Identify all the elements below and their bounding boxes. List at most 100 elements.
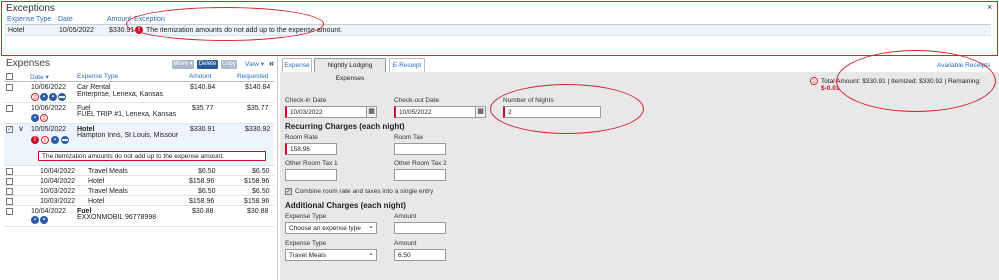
receipt-icon: ≡ [810,77,818,85]
row-date: 10/03/2022 [40,198,76,205]
exceptions-col-exception[interactable]: Exception [134,16,165,23]
row-date: 10/06/2022 [31,84,67,91]
expense-type-2-label: Expense Type [285,240,327,247]
exceptions-close-icon[interactable]: × [987,2,992,12]
checkin-input[interactable]: 10/03/2022 [285,106,370,118]
row-type: Hotel [88,198,105,205]
row-amount: $6.50 [198,168,216,175]
other-tax2-input[interactable] [394,169,446,181]
expense-type-2-select[interactable]: Travel Meals [285,249,377,261]
move-button[interactable]: Move ▾ [172,60,194,69]
row-amount: $6.50 [198,188,216,195]
row-amount: $30.88 [192,208,214,215]
collapse-panel-icon[interactable]: « [269,58,274,68]
row-date: 10/04/2022 [31,208,67,215]
attendee-icon: • [49,93,57,101]
itemized-icon: ▬ [61,136,69,144]
row-checkbox-checked[interactable]: ✓ [6,126,13,133]
row-type: Car Rental [77,84,111,91]
chevron-down-icon: ⌄ [368,250,374,257]
receipt-icon: ≡ [31,93,39,101]
card-icon: ▪ [31,216,39,224]
row-date: 10/06/2022 [31,105,67,112]
chevron-down-icon: ⌄ [368,223,374,230]
delete-button[interactable]: Delete [197,60,218,69]
other-tax1-input[interactable] [285,169,337,181]
row-requested: $158.96 [244,178,270,185]
row-checkbox[interactable] [6,168,13,175]
combine-label: Combine room rate and taxes into a singl… [295,188,434,195]
row-date: 10/03/2022 [40,188,76,195]
row-requested: $158.96 [244,198,270,205]
col-amount[interactable]: Amount [189,73,211,80]
exceptions-col-type[interactable]: Expense Type [7,16,51,23]
exceptions-title: Exceptions [6,3,55,14]
receipt-icon: ≡ [41,136,49,144]
row-date: 10/04/2022 [40,178,76,185]
row-checkbox[interactable] [6,105,13,112]
tab-e-receipt[interactable]: E-Receipt [389,58,425,72]
row-sub: Hampton Inns, St Louis, Missour [77,132,179,139]
room-tax-label: Room Tax [394,134,424,141]
view-menu[interactable]: View ▾ [245,60,264,68]
row-requested: $140.84 [245,84,271,91]
row-requested: $330.92 [245,126,271,133]
panel-divider [277,56,278,280]
tab-nightly-lodging[interactable]: Nightly Lodging Expenses [314,58,386,82]
row-checkbox[interactable] [6,188,13,195]
totals-label: Total Amount: $330.91 | Itemized: $330.9… [821,78,981,85]
row-requested: $30.88 [247,208,269,215]
tab-expense[interactable]: Expense [282,58,312,72]
room-rate-input[interactable]: 158.96 [285,143,337,155]
available-receipts-link[interactable]: Available Receipts [937,62,990,69]
attendee-icon: • [40,216,48,224]
row-amount: $35.77 [192,105,214,112]
amount-2-label: Amount [394,240,417,247]
exception-type: Hotel [8,27,25,34]
select-all-checkbox[interactable] [6,73,13,80]
row-checkbox[interactable] [6,208,13,215]
row-checkbox[interactable] [6,84,13,91]
row-amount: $330.91 [190,126,216,133]
room-rate-label: Room Rate [285,134,318,141]
row-type: Travel Meals [88,168,128,175]
car-icon: ▬ [58,93,66,101]
totals-summary: Total Amount: $330.91 | Itemized: $330.9… [821,78,999,92]
row-requested: $6.50 [252,168,270,175]
col-expense-type[interactable]: Expense Type [77,73,118,80]
expense-type-label: Expense Type [285,213,327,220]
calendar-icon[interactable]: ▦ [366,106,377,118]
row-requested: $6.50 [252,188,270,195]
combine-checkbox[interactable]: ✓ [285,188,292,195]
row-type: Hotel [88,178,105,185]
nights-label: Number of Nights [503,97,554,104]
expenses-title: Expenses [6,58,50,69]
exceptions-col-date[interactable]: Date [58,16,73,23]
row-date: 10/04/2022 [40,168,76,175]
row-amount: $158.96 [189,178,215,185]
room-tax-input[interactable] [394,143,446,155]
row-amount: $158.96 [189,198,215,205]
col-requested[interactable]: Requested [237,73,268,80]
exceptions-col-amount[interactable]: Amount [107,16,131,23]
other-tax2-label: Other Room Tax 2 [394,160,447,167]
expense-type-select[interactable]: Choose an expense type [285,222,377,234]
checkout-input[interactable]: 10/05/2022 [394,106,479,118]
nights-input[interactable]: 2 [503,106,601,118]
receipt-icon: ≡ [40,114,48,122]
row-checkbox[interactable] [6,198,13,205]
checkout-label: Check-out Date [394,97,440,104]
detail-panel-bg [280,72,999,280]
card-icon: ▪ [31,114,39,122]
copy-button[interactable]: Copy [221,60,237,69]
card-icon: ▪ [40,93,48,101]
col-date[interactable]: Date ▾ [30,73,49,81]
card-icon: ▪ [51,136,59,144]
amount-input[interactable] [394,222,446,234]
amount-2-input[interactable]: 6.50 [394,249,446,261]
row-requested: $35.77 [247,105,269,112]
calendar-icon[interactable]: ▦ [475,106,486,118]
exception-date: 10/05/2022 [59,27,95,34]
expand-chevron-icon[interactable]: ∨ [18,124,24,133]
row-checkbox[interactable] [6,178,13,185]
